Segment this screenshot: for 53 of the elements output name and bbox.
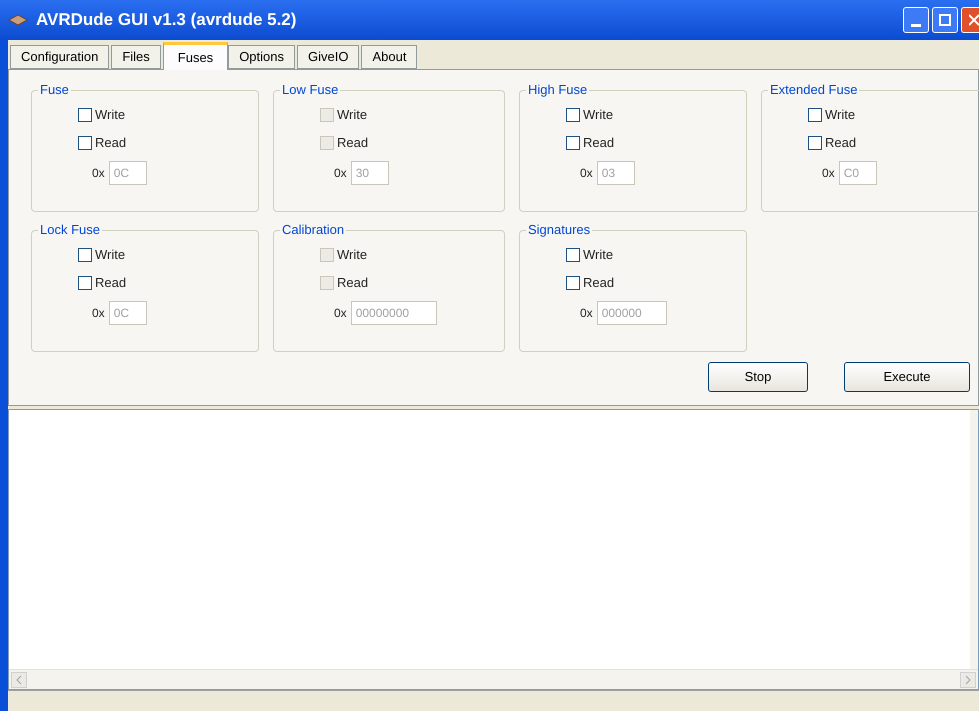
minimize-button[interactable] <box>903 7 929 33</box>
app-icon <box>8 13 28 27</box>
checkbox-label: Write <box>337 246 368 264</box>
checkbox-label: Write <box>583 246 614 264</box>
checkbox[interactable] <box>78 108 92 122</box>
checkbox-label: Write <box>95 246 126 264</box>
scroll-right-icon[interactable] <box>960 672 976 688</box>
hex-prefix: 0x <box>92 305 105 322</box>
group-title: High Fuse <box>526 82 590 98</box>
vertical-scrollbar[interactable] <box>970 410 978 669</box>
checkbox[interactable] <box>78 248 92 262</box>
action-button[interactable]: Execute <box>844 362 970 392</box>
hex-prefix: 0x <box>580 305 593 322</box>
tab[interactable]: Configuration <box>10 45 110 69</box>
checkbox-label: Read <box>583 274 614 292</box>
checkbox[interactable] <box>566 136 580 150</box>
close-button[interactable] <box>961 7 979 33</box>
tab[interactable]: GiveIO <box>297 45 360 69</box>
action-button[interactable]: Stop <box>708 362 808 392</box>
tab[interactable]: Files <box>111 45 161 69</box>
checkbox[interactable] <box>78 136 92 150</box>
checkbox[interactable] <box>566 248 580 262</box>
hex-prefix: 0x <box>92 165 105 182</box>
tab[interactable]: Options <box>228 45 295 69</box>
hex-prefix: 0x <box>822 165 835 182</box>
checkbox[interactable] <box>78 276 92 290</box>
group-title: Signatures <box>526 222 592 238</box>
checkbox-label: Read <box>337 274 368 292</box>
checkbox[interactable] <box>808 108 822 122</box>
checkbox-label: Read <box>825 134 856 152</box>
checkbox[interactable] <box>808 136 822 150</box>
tab[interactable]: About <box>361 45 418 69</box>
hex-prefix: 0x <box>580 165 593 182</box>
scroll-left-icon[interactable] <box>11 672 27 688</box>
hex-prefix: 0x <box>334 165 347 182</box>
horizontal-scrollbar[interactable] <box>9 669 978 689</box>
minimize-icon <box>911 24 921 27</box>
checkbox-label: Write <box>95 106 126 124</box>
close-icon <box>969 14 979 26</box>
maximize-icon <box>939 14 951 26</box>
checkbox-label: Read <box>95 134 126 152</box>
checkbox-label: Write <box>337 106 368 124</box>
hex-prefix: 0x <box>334 305 347 322</box>
window-title: AVRDude GUI v1.3 (avrdude 5.2) <box>36 9 296 32</box>
checkbox-label: Read <box>583 134 614 152</box>
tab[interactable]: Fuses <box>162 42 228 70</box>
maximize-button[interactable] <box>932 7 958 33</box>
checkbox-label: Write <box>583 106 614 124</box>
checkbox-label: Read <box>337 134 368 152</box>
checkbox-label: Write <box>825 106 856 124</box>
checkbox-label: Read <box>95 274 126 292</box>
checkbox[interactable] <box>566 276 580 290</box>
checkbox[interactable] <box>566 108 580 122</box>
